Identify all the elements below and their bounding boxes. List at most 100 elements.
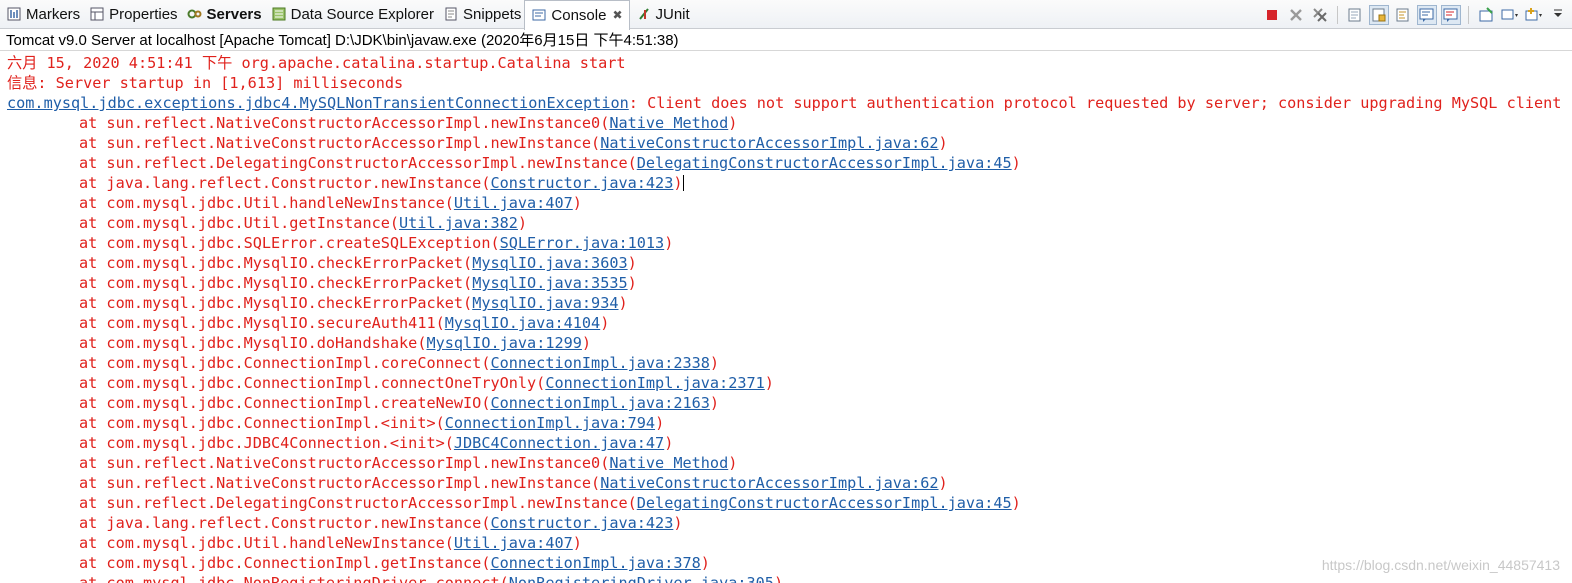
stack-frame-close-paren: ) xyxy=(773,574,784,583)
exception-line: com.mysql.jdbc.exceptions.jdbc4.MySQLNon… xyxy=(0,93,1572,113)
tab-snippets[interactable]: Snippets xyxy=(437,0,524,29)
stack-frame: at com.mysql.jdbc.MysqlIO.secureAuth411(… xyxy=(0,313,1572,333)
source-link[interactable]: MysqlIO.java:4104 xyxy=(445,314,600,332)
stack-frame-close-paren: ) xyxy=(1011,494,1021,512)
tab-label: Console xyxy=(551,6,607,24)
source-link[interactable]: NativeConstructorAccessorImpl.java:62 xyxy=(600,134,938,152)
stack-frame-method: at com.mysql.jdbc.MysqlIO.checkErrorPack… xyxy=(79,274,473,292)
toolbar-separator xyxy=(1337,6,1338,24)
stack-frame: at com.mysql.jdbc.ConnectionImpl.connect… xyxy=(0,373,1572,393)
stack-frame-close-paren: ) xyxy=(1011,154,1021,172)
stack-frame-close-paren: ) xyxy=(627,274,637,292)
source-link[interactable]: SQLError.java:1013 xyxy=(500,234,665,252)
remove-launch-icon[interactable] xyxy=(1286,5,1306,25)
stack-frame-method: at com.mysql.jdbc.ConnectionImpl.<init>( xyxy=(79,414,445,432)
open-console-icon[interactable] xyxy=(1524,5,1544,25)
tab-label: Snippets xyxy=(463,5,522,23)
stack-frame-close-paren: ) xyxy=(664,434,674,452)
stack-frame: at sun.reflect.NativeConstructorAccessor… xyxy=(0,113,1572,133)
exception-class-link[interactable]: com.mysql.jdbc.exceptions.jdbc4.MySQLNon… xyxy=(7,94,629,112)
stack-frame: at com.mysql.jdbc.NonRegisteringDriver.c… xyxy=(0,573,1572,583)
stack-frame: at com.mysql.jdbc.MysqlIO.checkErrorPack… xyxy=(0,293,1572,313)
source-link[interactable]: MysqlIO.java:3535 xyxy=(472,274,627,292)
stack-frame-close-paren: ) xyxy=(600,314,610,332)
tab-console[interactable]: Console ✖ xyxy=(524,0,630,30)
source-link[interactable]: DelegatingConstructorAccessorImpl.java:4… xyxy=(637,494,1012,512)
source-link[interactable]: MysqlIO.java:3603 xyxy=(472,254,627,272)
stack-frame-close-paren: ) xyxy=(673,514,683,532)
tab-markers[interactable]: Markers xyxy=(0,0,83,29)
stack-frame: at com.mysql.jdbc.MysqlIO.checkErrorPack… xyxy=(0,273,1572,293)
stack-frame-method: at java.lang.reflect.Constructor.newInst… xyxy=(79,514,491,532)
stack-frame: at com.mysql.jdbc.Util.handleNewInstance… xyxy=(0,193,1572,213)
stack-frame: at sun.reflect.NativeConstructorAccessor… xyxy=(0,133,1572,153)
source-link[interactable]: ConnectionImpl.java:378 xyxy=(490,554,700,572)
stack-frame-method: at com.mysql.jdbc.MysqlIO.secureAuth411( xyxy=(79,314,445,332)
source-link[interactable]: MysqlIO.java:1299 xyxy=(426,334,581,352)
source-link[interactable]: Util.java:407 xyxy=(454,534,573,552)
stack-trace: at sun.reflect.NativeConstructorAccessor… xyxy=(0,113,1572,583)
show-console-on-stdout-icon[interactable] xyxy=(1417,5,1437,25)
stack-frame-method: at sun.reflect.NativeConstructorAccessor… xyxy=(79,454,610,472)
stack-frame-method: at java.lang.reflect.Constructor.newInst… xyxy=(79,174,491,192)
source-link[interactable]: ConnectionImpl.java:2371 xyxy=(545,374,764,392)
source-link[interactable]: ConnectionImpl.java:794 xyxy=(445,414,655,432)
tab-label: Data Source Explorer xyxy=(290,5,435,23)
stack-frame-method: at com.mysql.jdbc.ConnectionImpl.createN… xyxy=(79,394,491,412)
word-wrap-icon[interactable] xyxy=(1393,5,1413,25)
stack-frame-method: at com.mysql.jdbc.MysqlIO.checkErrorPack… xyxy=(79,294,473,312)
stack-frame-close-paren: ) xyxy=(618,294,628,312)
stack-frame-close-paren: ) xyxy=(572,194,582,212)
stack-frame-method: at com.mysql.jdbc.ConnectionImpl.coreCon… xyxy=(79,354,491,372)
show-console-on-stderr-icon[interactable] xyxy=(1441,5,1461,25)
pin-console-icon[interactable] xyxy=(1476,5,1496,25)
stack-frame: at com.mysql.jdbc.MysqlIO.checkErrorPack… xyxy=(0,253,1572,273)
source-link[interactable]: JDBC4Connection.java:47 xyxy=(454,434,664,452)
source-link[interactable]: ConnectionImpl.java:2338 xyxy=(490,354,709,372)
tab-properties[interactable]: Properties xyxy=(83,0,180,29)
source-link[interactable]: Util.java:382 xyxy=(399,214,518,232)
source-link[interactable]: MysqlIO.java:934 xyxy=(472,294,618,312)
view-tab-bar: Markers Properties Servers Data Source Expl… xyxy=(0,0,1572,30)
stack-frame-close-paren: ) xyxy=(938,134,948,152)
source-link[interactable]: ConnectionImpl.java:2163 xyxy=(490,394,709,412)
stack-frame-close-paren: ) xyxy=(581,334,592,352)
stack-frame-method: at sun.reflect.DelegatingConstructorAcce… xyxy=(79,494,637,512)
scroll-lock-icon[interactable] xyxy=(1369,5,1389,25)
console-output[interactable]: 六月 15, 2020 4:51:41 下午 org.apache.catali… xyxy=(0,53,1572,583)
stack-frame: at com.mysql.jdbc.Util.getInstance(Util.… xyxy=(0,213,1572,233)
close-icon[interactable]: ✖ xyxy=(612,8,622,22)
source-link[interactable]: Native Method xyxy=(609,114,728,132)
tab-servers[interactable]: Servers xyxy=(181,0,265,29)
tab-label: Properties xyxy=(109,5,178,23)
stack-frame: at sun.reflect.DelegatingConstructorAcce… xyxy=(0,153,1572,173)
source-link[interactable]: NonRegisteringDriver.java:305 xyxy=(509,574,774,583)
source-link[interactable]: Native Method xyxy=(609,454,728,472)
stack-frame-method: at com.mysql.jdbc.SQLError.createSQLExce… xyxy=(79,234,500,252)
markers-icon xyxy=(6,6,22,22)
stack-frame-close-paren: ) xyxy=(709,394,720,412)
stack-frame-close-paren: ) xyxy=(517,214,528,232)
stack-frame: at com.mysql.jdbc.MysqlIO.doHandshake(My… xyxy=(0,333,1572,353)
source-link[interactable]: Constructor.java:423 xyxy=(490,514,673,532)
stack-frame-method: at com.mysql.jdbc.NonRegisteringDriver.c… xyxy=(79,574,509,583)
tab-data-source-explorer[interactable]: Data Source Explorer xyxy=(265,0,437,29)
stack-frame-close-paren: ) xyxy=(728,114,738,132)
display-selected-console-icon[interactable] xyxy=(1500,5,1520,25)
stack-frame: at com.mysql.jdbc.ConnectionImpl.<init>(… xyxy=(0,413,1572,433)
junit-icon xyxy=(636,6,652,22)
properties-icon xyxy=(89,6,105,22)
view-menu-icon[interactable] xyxy=(1548,5,1568,25)
terminate-icon[interactable] xyxy=(1262,5,1282,25)
source-link[interactable]: DelegatingConstructorAccessorImpl.java:4… xyxy=(637,154,1012,172)
stack-frame: at sun.reflect.NativeConstructorAccessor… xyxy=(0,453,1572,473)
source-link[interactable]: NativeConstructorAccessorImpl.java:62 xyxy=(600,474,938,492)
toolbar-separator xyxy=(1468,6,1469,24)
tab-junit[interactable]: JUnit xyxy=(630,0,693,29)
remove-all-launches-icon[interactable] xyxy=(1310,5,1330,25)
stack-frame-close-paren: ) xyxy=(938,474,948,492)
source-link[interactable]: Constructor.java:423 xyxy=(490,174,673,192)
stack-frame-method: at com.mysql.jdbc.Util.handleNewInstance… xyxy=(79,194,454,212)
source-link[interactable]: Util.java:407 xyxy=(454,194,573,212)
clear-console-icon[interactable] xyxy=(1345,5,1365,25)
